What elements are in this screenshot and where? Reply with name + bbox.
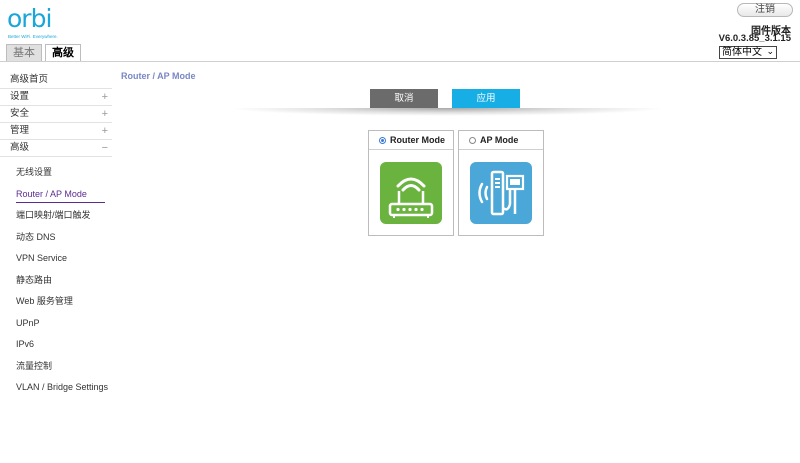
router-mode-header[interactable]: Router Mode [369, 131, 453, 150]
sidebar-item-setup[interactable]: 设置 + [0, 89, 112, 106]
toolbar-shadow-divider [227, 108, 667, 116]
submenu-router-ap-mode[interactable]: Router / AP Mode [0, 187, 112, 209]
sidebar-item-label: 高级 [10, 142, 30, 153]
submenu-web-services[interactable]: Web 服务管理 [0, 294, 112, 316]
ap-mode-header[interactable]: AP Mode [459, 131, 543, 150]
submenu-wireless-settings[interactable]: 无线设置 [0, 165, 112, 187]
router-mode-label: Router Mode [390, 134, 445, 145]
orbi-logo: orbi Better WiFi. Everywhere. [7, 4, 67, 40]
page-title: Router / AP Mode [121, 71, 196, 81]
sidebar-nav: 高级首页 设置 + 安全 + 管理 + 高级 − 无线设置 Router / A… [0, 72, 112, 402]
sidebar-item-advanced-setup[interactable]: 高级 − [0, 140, 112, 157]
router-mode-radio[interactable] [379, 136, 386, 144]
router-mode-card[interactable]: Router Mode [368, 130, 454, 236]
sidebar-item-label: 高级首页 [10, 74, 49, 85]
chevron-down-icon: ⌄ [766, 46, 774, 56]
ap-mode-radio[interactable] [469, 136, 476, 144]
ap-mode-label: AP Mode [480, 134, 519, 145]
submenu-vpn-service[interactable]: VPN Service [0, 251, 112, 273]
submenu-vlan-bridge[interactable]: VLAN / Bridge Settings [0, 380, 112, 402]
logo-tagline: Better WiFi. Everywhere. [8, 34, 58, 39]
firmware-version: V6.0.3.85_3.1.15 [718, 33, 791, 44]
ap-mode-card[interactable]: AP Mode [458, 130, 544, 236]
router-icon [380, 162, 442, 224]
header-divider [0, 61, 800, 62]
tab-advanced[interactable]: 高级 [45, 44, 81, 61]
submenu-ipv6[interactable]: IPv6 [0, 337, 112, 359]
sidebar-item-label: 管理 [10, 125, 30, 136]
advanced-submenu: 无线设置 Router / AP Mode 端口映射/端口触发 动态 DNS V… [0, 165, 112, 402]
submenu-upnp[interactable]: UPnP [0, 316, 112, 338]
sidebar-item-label: 安全 [10, 108, 30, 119]
top-tabs: 基本 高级 [6, 44, 81, 62]
expand-icon: + [101, 108, 108, 120]
access-point-icon [470, 162, 532, 224]
cancel-button[interactable]: 取消 [370, 89, 438, 108]
tab-basic[interactable]: 基本 [6, 44, 42, 61]
submenu-port-forwarding[interactable]: 端口映射/端口触发 [0, 208, 112, 230]
submenu-static-routes[interactable]: 静态路由 [0, 273, 112, 295]
sidebar-item-administration[interactable]: 管理 + [0, 123, 112, 140]
sidebar-item-security[interactable]: 安全 + [0, 106, 112, 123]
logo-wordmark: orbi [7, 4, 52, 33]
logout-button[interactable]: 注销 [737, 3, 793, 17]
submenu-dynamic-dns[interactable]: 动态 DNS [0, 230, 112, 252]
language-selected-value: 简体中文 [722, 47, 762, 58]
sidebar-item-label: 设置 [10, 91, 30, 102]
apply-button[interactable]: 应用 [452, 89, 520, 108]
submenu-traffic-meter[interactable]: 流量控制 [0, 359, 112, 381]
expand-icon: + [101, 125, 108, 137]
language-select[interactable]: 简体中文 ⌄ [719, 46, 777, 59]
sidebar-item-advanced-home[interactable]: 高级首页 [0, 72, 112, 89]
expand-icon: + [101, 91, 108, 103]
collapse-icon: − [101, 142, 108, 154]
